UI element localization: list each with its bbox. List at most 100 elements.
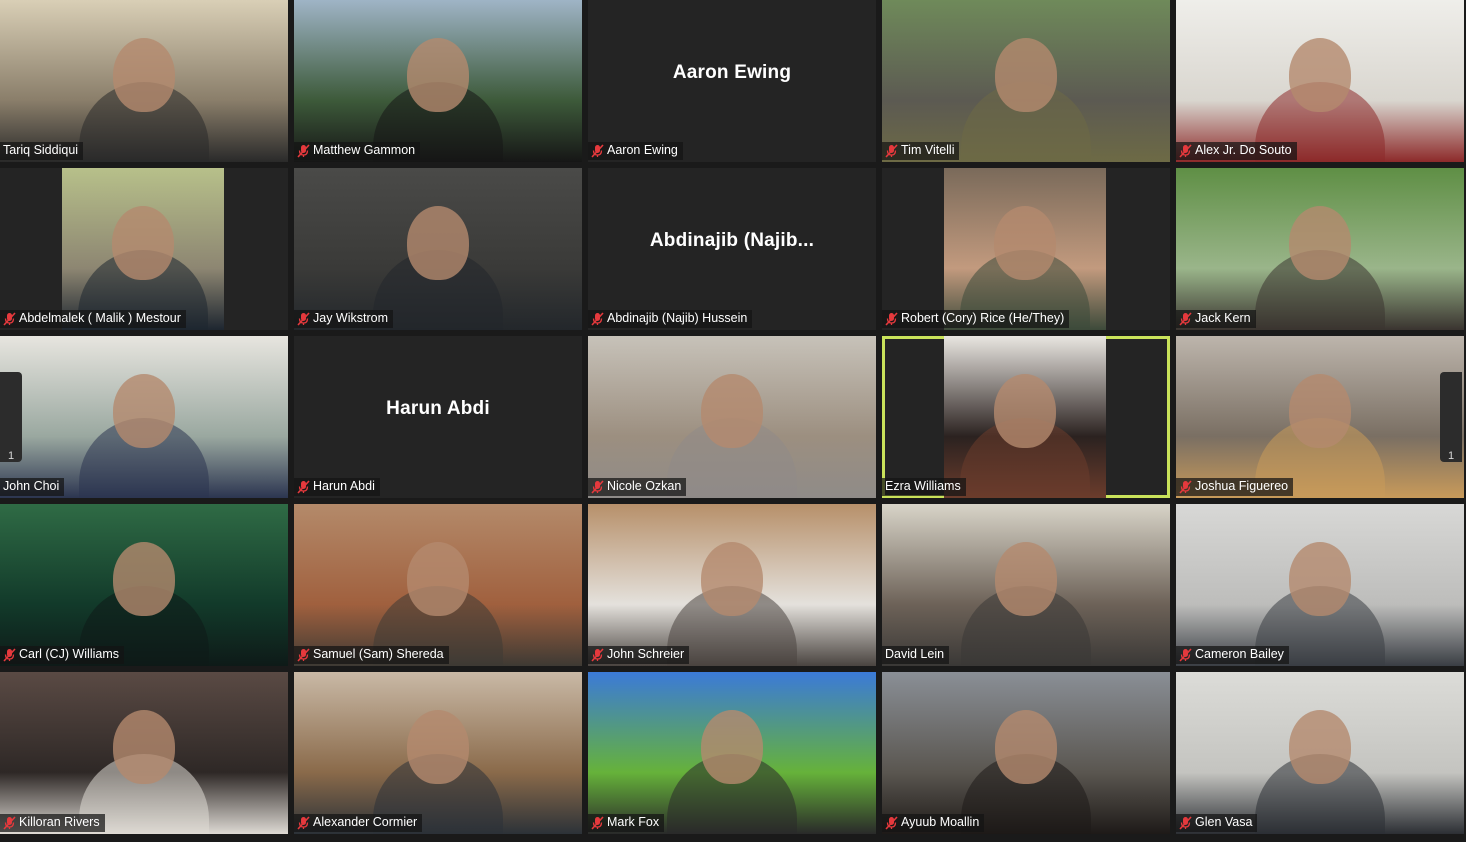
participant-name: Jack Kern xyxy=(1195,311,1251,325)
participant-tile[interactable]: Carl (CJ) Williams xyxy=(0,504,288,666)
participant-head xyxy=(995,710,1057,784)
participant-tile[interactable]: Ayuub Moallin xyxy=(882,672,1170,834)
participant-video xyxy=(62,168,224,330)
participant-name-label: Carl (CJ) Williams xyxy=(0,646,124,664)
participant-name: Nicole Ozkan xyxy=(607,479,682,493)
muted-microphone-icon xyxy=(591,815,604,830)
participant-name-card: Harun Abdi xyxy=(386,398,490,419)
participant-name-label: Alex Jr. Do Souto xyxy=(1176,142,1297,160)
participant-name: Robert (Cory) Rice (He/They) xyxy=(901,311,1065,325)
participant-name: Abdelmalek ( Malik ) Mestour xyxy=(19,311,181,325)
participant-name-card: Aaron Ewing xyxy=(672,62,792,83)
participant-name: Aaron Ewing xyxy=(607,143,678,157)
participant-name-label: John Schreier xyxy=(588,646,690,664)
participant-video xyxy=(882,0,1170,162)
participant-name-label: Killoran Rivers xyxy=(0,814,105,832)
participant-name-label: Ayuub Moallin xyxy=(882,814,985,832)
participant-tile[interactable]: Nicole Ozkan xyxy=(588,336,876,498)
participant-name: Samuel (Sam) Shereda xyxy=(313,647,444,661)
participant-video xyxy=(944,336,1106,498)
participant-head xyxy=(994,206,1056,280)
participant-head xyxy=(1289,542,1351,616)
participant-tile[interactable]: Samuel (Sam) Shereda xyxy=(294,504,582,666)
participant-tile[interactable]: Matthew Gammon xyxy=(294,0,582,162)
participant-tile[interactable]: John Schreier xyxy=(588,504,876,666)
muted-microphone-icon xyxy=(3,815,16,830)
participant-video xyxy=(0,336,288,498)
participant-tile[interactable]: Alex Jr. Do Souto xyxy=(1176,0,1464,162)
participant-name-label: Jay Wikstrom xyxy=(294,310,393,328)
video-gallery: Tariq Siddiqui Matthew Gammon Aaron Ewing A… xyxy=(0,0,1466,842)
muted-microphone-icon xyxy=(297,647,310,662)
participant-video xyxy=(294,0,582,162)
participant-name-label: Glen Vasa xyxy=(1176,814,1258,832)
participant-video xyxy=(588,672,876,834)
participant-name: Ezra Williams xyxy=(885,479,961,493)
muted-microphone-icon xyxy=(591,479,604,494)
participant-head xyxy=(113,542,175,616)
participant-name-label: Harun Abdi xyxy=(294,478,380,496)
muted-microphone-icon xyxy=(591,143,604,158)
participant-name-label: Cameron Bailey xyxy=(1176,646,1289,664)
participant-tile[interactable]: Robert (Cory) Rice (He/They) xyxy=(882,168,1170,330)
participant-name-label: Samuel (Sam) Shereda xyxy=(294,646,449,664)
participant-name: Ayuub Moallin xyxy=(901,815,980,829)
participant-head xyxy=(701,374,763,448)
participant-name: John Choi xyxy=(3,479,60,493)
muted-microphone-icon xyxy=(297,143,310,158)
participant-name-label: Mark Fox xyxy=(588,814,665,832)
participant-head xyxy=(994,374,1056,448)
participant-name-label: Ezra Williams xyxy=(882,478,966,496)
participant-head xyxy=(407,38,469,112)
participant-video xyxy=(1176,168,1464,330)
participant-head xyxy=(407,542,469,616)
participant-name-label: Tariq Siddiqui xyxy=(0,142,84,160)
participant-tile[interactable]: Alexander Cormier xyxy=(294,672,582,834)
participant-head xyxy=(1289,38,1351,112)
participant-video xyxy=(944,168,1106,330)
participant-name: Glen Vasa xyxy=(1195,815,1253,829)
participant-name-label: Nicole Ozkan xyxy=(588,478,687,496)
participant-name: Alex Jr. Do Souto xyxy=(1195,143,1292,157)
participant-tile[interactable]: Killoran Rivers xyxy=(0,672,288,834)
participant-tile[interactable]: Aaron Ewing Aaron Ewing xyxy=(588,0,876,162)
muted-microphone-icon xyxy=(3,647,16,662)
participant-name-label: Abdelmalek ( Malik ) Mestour xyxy=(0,310,186,328)
participant-tile[interactable]: Tim Vitelli xyxy=(882,0,1170,162)
participant-tile[interactable]: Cameron Bailey xyxy=(1176,504,1464,666)
previous-page-button[interactable]: 1 xyxy=(0,372,22,462)
participant-tile[interactable]: Tariq Siddiqui xyxy=(0,0,288,162)
participant-tile[interactable]: David Lein xyxy=(882,504,1170,666)
participant-video xyxy=(1176,0,1464,162)
participant-tile[interactable]: Joshua Figuereo xyxy=(1176,336,1464,498)
muted-microphone-icon xyxy=(885,143,898,158)
next-page-button[interactable]: 1 xyxy=(1440,372,1462,462)
participant-tile[interactable]: John Choi xyxy=(0,336,288,498)
participant-tile[interactable]: Jay Wikstrom xyxy=(294,168,582,330)
participant-name-label: Matthew Gammon xyxy=(294,142,421,160)
participant-name: Matthew Gammon xyxy=(313,143,416,157)
participant-tile[interactable]: Abdinajib (Najib... Abdinajib (Najib) Hus… xyxy=(588,168,876,330)
participant-video xyxy=(0,504,288,666)
participant-tile[interactable]: Abdelmalek ( Malik ) Mestour xyxy=(0,168,288,330)
participant-head xyxy=(407,710,469,784)
participant-name-label: Tim Vitelli xyxy=(882,142,960,160)
participant-video xyxy=(294,672,582,834)
participant-tile[interactable]: Jack Kern xyxy=(1176,168,1464,330)
muted-microphone-icon xyxy=(1179,647,1192,662)
participant-name: Cameron Bailey xyxy=(1195,647,1284,661)
participant-head xyxy=(112,206,174,280)
muted-microphone-icon xyxy=(591,647,604,662)
participant-video xyxy=(294,168,582,330)
participant-head xyxy=(995,542,1057,616)
participant-name-label: Joshua Figuereo xyxy=(1176,478,1294,496)
muted-microphone-icon xyxy=(1179,479,1192,494)
participant-tile[interactable]: Mark Fox xyxy=(588,672,876,834)
participant-head xyxy=(701,542,763,616)
muted-microphone-icon xyxy=(297,815,310,830)
participant-tile[interactable]: Glen Vasa xyxy=(1176,672,1464,834)
participant-tile[interactable]: Ezra Williams xyxy=(882,336,1170,498)
participant-video xyxy=(1176,504,1464,666)
participant-name: John Schreier xyxy=(607,647,685,661)
participant-tile[interactable]: Harun Abdi Harun Abdi xyxy=(294,336,582,498)
